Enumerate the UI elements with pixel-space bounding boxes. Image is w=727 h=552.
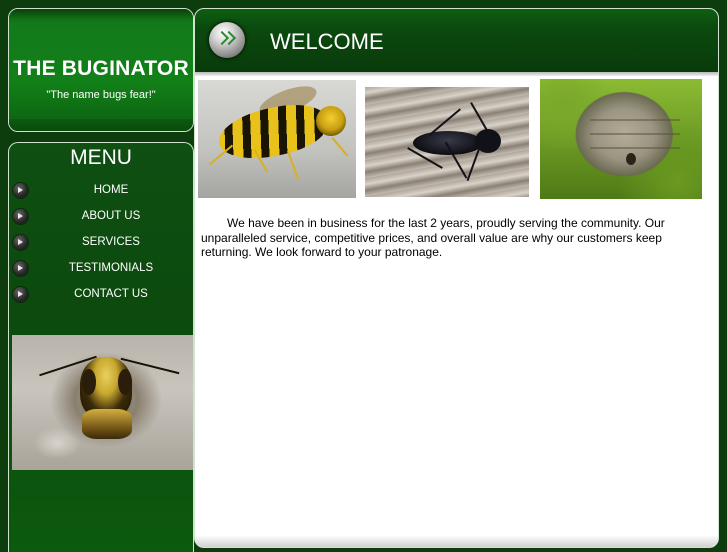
yellowjacket-leg bbox=[286, 150, 300, 180]
wasp-nest-photo bbox=[12, 335, 193, 470]
menu-item-testimonials[interactable]: TESTIMONIALS bbox=[9, 257, 193, 283]
double-chevron-icon bbox=[209, 22, 245, 58]
menu-item-label[interactable]: SERVICES bbox=[29, 236, 193, 248]
ant-body bbox=[413, 131, 483, 155]
nest-entrance bbox=[626, 153, 636, 165]
wasp-body bbox=[82, 409, 132, 439]
carpenter-ant-photo bbox=[365, 87, 529, 197]
site-title[interactable]: THE BUGINATOR bbox=[9, 57, 193, 81]
menu-list: HOME ABOUT US SERVICES TESTIMONIALS CONT… bbox=[9, 179, 193, 309]
yellowjacket-photo bbox=[198, 80, 356, 198]
arrow-bullet-icon bbox=[13, 287, 28, 302]
logo-bottom-band bbox=[9, 119, 193, 131]
logo-box: THE BUGINATOR "The name bugs fear!" bbox=[8, 8, 194, 132]
site-tagline: "The name bugs fear!" bbox=[46, 89, 156, 101]
yellowjacket-head bbox=[316, 106, 346, 136]
nest-ring bbox=[590, 133, 680, 135]
content-footer bbox=[195, 535, 718, 547]
arrow-bullet-icon bbox=[13, 261, 28, 276]
logo-top-band bbox=[9, 9, 193, 19]
arrow-bullet-icon bbox=[13, 183, 28, 198]
wasp-eye bbox=[82, 369, 96, 395]
menu-item-services[interactable]: SERVICES bbox=[9, 231, 193, 257]
content-panel: WELCOME We have been in business for the… bbox=[194, 8, 719, 548]
yellowjacket-leg bbox=[331, 137, 349, 157]
menu-item-contact-us[interactable]: CONTACT US bbox=[9, 283, 193, 309]
page-title: WELCOME bbox=[270, 29, 384, 54]
yellowjacket-body bbox=[214, 97, 332, 167]
menu-item-about-us[interactable]: ABOUT US bbox=[9, 205, 193, 231]
header-divider bbox=[195, 72, 718, 76]
menu-panel: MENU HOME ABOUT US SERVICES TESTIMONIALS… bbox=[8, 142, 194, 552]
menu-item-label[interactable]: TESTIMONIALS bbox=[29, 262, 193, 274]
wasp-eye bbox=[118, 369, 132, 395]
nest-ring bbox=[590, 119, 680, 121]
intro-paragraph: We have been in business for the last 2 … bbox=[201, 216, 665, 259]
menu-item-label[interactable]: ABOUT US bbox=[29, 210, 193, 222]
menu-item-home[interactable]: HOME bbox=[9, 179, 193, 205]
hornet-nest-photo bbox=[540, 79, 702, 199]
arrow-bullet-icon bbox=[13, 209, 28, 224]
menu-item-label[interactable]: CONTACT US bbox=[29, 288, 193, 300]
header-bar: WELCOME bbox=[195, 9, 718, 72]
arrow-bullet-icon bbox=[13, 235, 28, 250]
nest-ring bbox=[590, 147, 680, 149]
menu-title: MENU bbox=[70, 146, 132, 169]
menu-item-label[interactable]: HOME bbox=[29, 184, 193, 196]
